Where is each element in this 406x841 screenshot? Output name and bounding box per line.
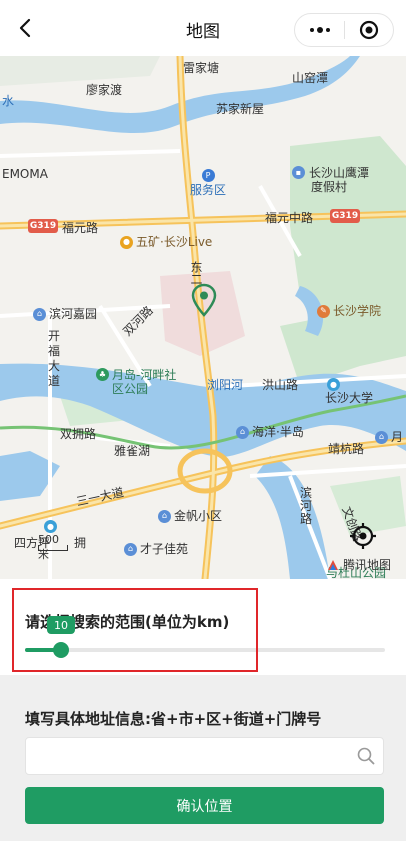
map-label: 长沙山鹰潭 (309, 166, 370, 180)
address-label: 填写具体地址信息:省+市+区+街道+门牌号 (25, 710, 322, 728)
map-label: 福元路 (62, 221, 99, 235)
map-poi: ● (327, 378, 340, 391)
map-label: 东二 (189, 261, 203, 285)
map-poi: ⌂ 滨河嘉园 (33, 307, 97, 321)
map-label: 拥 (74, 536, 87, 550)
map-label: 苏家新屋 (216, 102, 265, 116)
map-label: 月岛-河畔社区公园 (112, 368, 177, 396)
map-poi: ▪ (292, 166, 305, 179)
map-label: 滨河嘉园 (49, 307, 98, 321)
map-poi: P 服务区 (190, 169, 226, 197)
map-label: 靖杭路 (328, 442, 365, 456)
residence-icon: ⌂ (236, 425, 249, 439)
map-label: 浏阳河 (207, 378, 244, 392)
map-label: 服务区 (190, 183, 227, 197)
locate-button[interactable] (345, 518, 381, 554)
map-label: 福元中路 (265, 211, 314, 225)
nav-bar: 地图 (0, 0, 406, 56)
school-icon: ✎ (317, 304, 330, 318)
map-label: 山窑潭 (292, 71, 329, 85)
location-pin-icon (191, 283, 217, 317)
map-poi: ⌂ 海洋·半岛 (236, 425, 304, 439)
map-label: 月 (391, 430, 404, 444)
target-circle-icon (359, 20, 379, 40)
map-label: 雅雀湖 (114, 444, 151, 458)
building-icon: ▪ (292, 166, 305, 179)
tencent-map-logo-icon (328, 559, 338, 570)
close-mini-program-button[interactable] (345, 14, 393, 46)
crosshair-icon (350, 523, 376, 549)
highlight-box (12, 588, 258, 672)
map-logo: 腾讯地图 (326, 556, 391, 573)
map-label: 廖家渡 (86, 83, 123, 97)
shopping-icon: ● (120, 235, 133, 249)
map-poi: ♣ 月岛-河畔社区公园 (96, 368, 184, 396)
map-label: 双拥路 (60, 427, 97, 441)
map-logo-text: 腾讯地图 (343, 558, 392, 572)
address-input[interactable] (36, 738, 340, 776)
map-poi: ⌂ 金帆小区 (158, 509, 222, 523)
residence-icon: ⌂ (375, 430, 388, 444)
confirm-location-button[interactable]: 确认位置 (25, 787, 384, 824)
address-input-box (25, 737, 384, 776)
map-poi: ⌂ 月 (375, 430, 403, 444)
university-icon: ● (327, 378, 340, 391)
map-label: 长沙学院 (333, 304, 382, 318)
metro-icon: ● (44, 520, 57, 533)
highway-shield: G319 (28, 219, 58, 233)
more-button[interactable] (295, 14, 344, 46)
parking-icon: P (201, 169, 215, 182)
map-view[interactable]: 雷家塘 廖家渡 山窑潭 苏家新屋 水 EMOMA P 服务区 ▪ 长沙山鹰潭 度… (0, 56, 406, 579)
highway-shield: G319 (330, 209, 360, 223)
map-poi: ⌂ 才子佳苑 (124, 542, 188, 556)
scale-bar (38, 545, 68, 551)
map-label: 度假村 (311, 180, 348, 194)
map-label: 滨河路 (300, 486, 313, 526)
residence-icon: ⌂ (124, 542, 137, 556)
map-label: 长沙大学 (325, 391, 374, 405)
map-label: 水 (2, 94, 15, 108)
map-poi: ✎ 长沙学院 (317, 304, 381, 318)
map-label: 开福大道 (48, 329, 61, 388)
map-poi: ● (44, 520, 57, 533)
map-label: 金帆小区 (174, 509, 223, 523)
residence-icon: ⌂ (33, 307, 46, 321)
residence-icon: ⌂ (158, 509, 171, 523)
map-label: 五矿·长沙Live (136, 235, 213, 249)
mini-program-capsule (294, 13, 394, 47)
search-icon[interactable] (357, 747, 375, 765)
map-label: 雷家塘 (183, 61, 220, 75)
map-label: 洪山路 (262, 378, 299, 392)
map-label: 海洋·半岛 (252, 425, 304, 439)
more-dots-icon (309, 27, 330, 33)
map-label: 才子佳苑 (140, 542, 189, 556)
park-icon: ♣ (96, 368, 109, 381)
map-poi: ● 五矿·长沙Live (120, 235, 212, 249)
map-label: EMOMA (2, 167, 48, 181)
